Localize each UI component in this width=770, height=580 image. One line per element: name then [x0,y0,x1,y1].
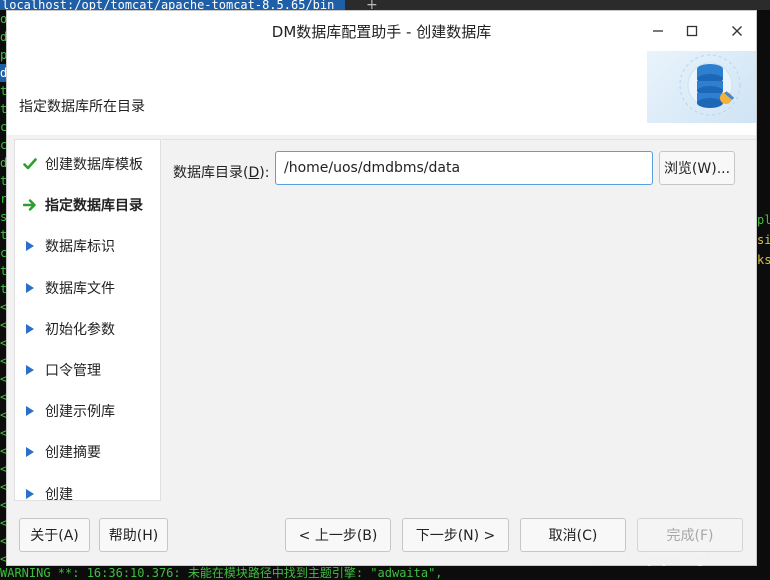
triangle-right-icon [15,323,45,334]
terminal-char: pl [757,213,770,227]
step-label: 数据库文件 [45,280,115,297]
back-button[interactable]: < 上一步(B) [285,518,391,552]
terminal-bottom-line: WARNING **: 16:36:10.376: 未能在模块路径中找到主题引擎… [0,566,443,580]
next-button[interactable]: 下一步(N) > [402,518,509,552]
minimize-icon [653,30,663,32]
db-dir-label: 数据库目录(D): [173,165,270,181]
about-button[interactable]: 关于(A) [19,518,90,552]
check-icon [15,157,45,171]
terminal-tabbar: localhost:/opt/tomcat/apache-tomcat-8.5.… [0,0,770,13]
step-label: 创建数据库模板 [45,157,143,173]
triangle-right-icon [15,447,45,458]
close-button[interactable] [725,19,749,43]
terminal-char: ks [757,253,770,267]
close-icon [732,26,742,36]
db-dir-input[interactable] [275,151,653,185]
watermark: CSDN @yeyuningzi [590,550,714,566]
finish-button[interactable]: 完成(F) [637,518,743,552]
step-item: 创建 [15,480,160,501]
step-list: 创建数据库模板 指定数据库目录 数据库标识数据库文件初始化参数口令管理创建示例库创建… [14,139,161,501]
database-logo [647,51,756,123]
step-item: 创建数据库模板 [15,150,160,178]
terminal-char: si [757,233,770,247]
main-panel: 数据库目录(D): 浏览(W)... [162,139,756,501]
step-item: 数据库文件 [15,274,160,302]
step-item: 指定数据库目录 [15,191,160,219]
triangle-right-icon [15,488,45,499]
browse-button[interactable]: 浏览(W)... [659,151,735,185]
triangle-right-icon [15,406,45,417]
step-label: 初始化参数 [45,321,115,338]
wizard-header: 指定数据库所在目录 [7,51,756,135]
triangle-right-icon [15,241,45,252]
title-bar: DM数据库配置助手 - 创建数据库 [7,11,756,51]
help-button[interactable]: 帮助(H) [99,518,168,552]
triangle-right-icon [15,282,45,293]
minimize-button[interactable] [646,19,670,43]
step-item: 创建摘要 [15,438,160,466]
step-label: 口令管理 [45,363,101,379]
step-label: 创建摘要 [45,445,101,462]
step-item: 口令管理 [15,356,160,384]
window-title: DM数据库配置助手 - 创建数据库 [271,23,492,41]
terminal-tab[interactable]: localhost:/opt/tomcat/apache-tomcat-8.5.… [0,0,345,10]
triangle-right-icon [15,365,45,375]
arrow-right-icon [15,199,45,211]
step-item: 初始化参数 [15,315,160,343]
dm-config-window: DM数据库配置助手 - 创建数据库 指定数据库所在目录 创建数据库模板 指定数据… [6,10,757,566]
maximize-button[interactable] [680,19,704,43]
maximize-icon [686,25,698,37]
step-label: 创建 [45,486,73,501]
cancel-button[interactable]: 取消(C) [520,518,626,552]
database-icon [679,54,741,116]
terminal-right-edge: pl si ks [757,210,770,270]
step-item: 创建示例库 [15,397,160,425]
step-label: 创建示例库 [45,404,115,421]
step-label: 数据库标识 [45,239,115,256]
step-heading: 指定数据库所在目录 [19,99,145,115]
step-label: 指定数据库目录 [45,198,143,215]
step-item: 数据库标识 [15,232,160,260]
